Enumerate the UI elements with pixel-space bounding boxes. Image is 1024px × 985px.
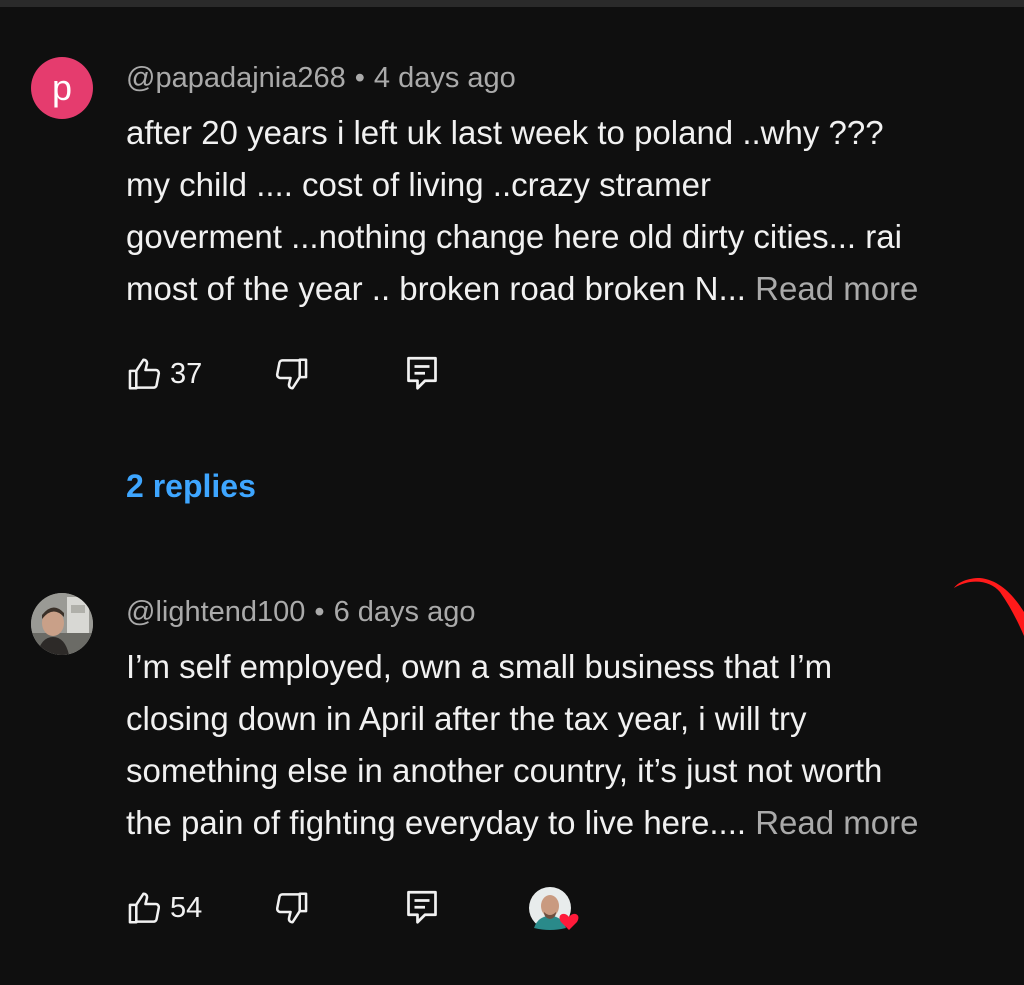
comment-meta: @lightend100 • 6 days ago [126, 596, 475, 629]
comment-line: after 20 years i left uk last week to po… [126, 114, 884, 151]
comment-line-text: the pain of fighting everyday to live he… [126, 804, 756, 841]
dislike-button[interactable] [272, 886, 310, 930]
comment-actions: 37 [126, 352, 726, 396]
thumbs-up-icon [126, 355, 164, 393]
like-button[interactable]: 54 [126, 886, 202, 930]
comment-line: I’m self employed, own a small business … [126, 648, 833, 685]
comment-line-text: most of the year .. broken road broken N… [126, 270, 756, 307]
thumbs-down-icon [272, 355, 310, 393]
creator-heart-icon [528, 886, 579, 930]
thumbs-up-icon [126, 889, 164, 927]
like-count: 54 [170, 891, 203, 924]
view-replies-button[interactable]: 2 replies [126, 468, 256, 505]
comment-text: after 20 years i left uk last week to po… [126, 107, 1024, 315]
like-button[interactable]: 37 [126, 352, 202, 396]
comment-line: something else in another country, it’s … [126, 752, 883, 789]
comment-line-last: most of the year .. broken road broken N… [126, 263, 1024, 315]
reply-button[interactable] [404, 352, 440, 396]
meta-separator: • [314, 596, 325, 628]
comment-meta: @papadajnia268 • 4 days ago [126, 62, 516, 95]
like-count: 37 [170, 357, 203, 390]
author-name[interactable]: @papadajnia268 [126, 62, 346, 94]
meta-separator: • [354, 62, 365, 94]
top-divider [0, 0, 1024, 7]
reply-comment-icon [404, 888, 440, 928]
reply-button[interactable] [404, 886, 440, 930]
comment-line: goverment ...nothing change here old dir… [126, 218, 902, 255]
comment-line: closing down in April after the tax year… [126, 700, 807, 737]
comment-time[interactable]: 4 days ago [374, 62, 516, 94]
avatar[interactable]: p [31, 57, 93, 119]
dislike-button[interactable] [272, 352, 310, 396]
avatar[interactable] [31, 593, 93, 655]
comment-actions: 54 [126, 886, 726, 930]
read-more-link[interactable]: Read more [755, 804, 918, 841]
red-annotation-mark [950, 570, 1024, 650]
reply-comment-icon [404, 354, 440, 394]
comment-time[interactable]: 6 days ago [334, 596, 476, 628]
author-name[interactable]: @lightend100 [126, 596, 305, 628]
read-more-link[interactable]: Read more [755, 270, 918, 307]
avatar-letter: p [51, 67, 73, 108]
comment-line: my child .... cost of living ..crazy str… [126, 166, 711, 203]
comment-text: I’m self employed, own a small business … [126, 641, 1024, 849]
thumbs-down-icon [272, 889, 310, 927]
comment-line-last: the pain of fighting everyday to live he… [126, 797, 1024, 849]
